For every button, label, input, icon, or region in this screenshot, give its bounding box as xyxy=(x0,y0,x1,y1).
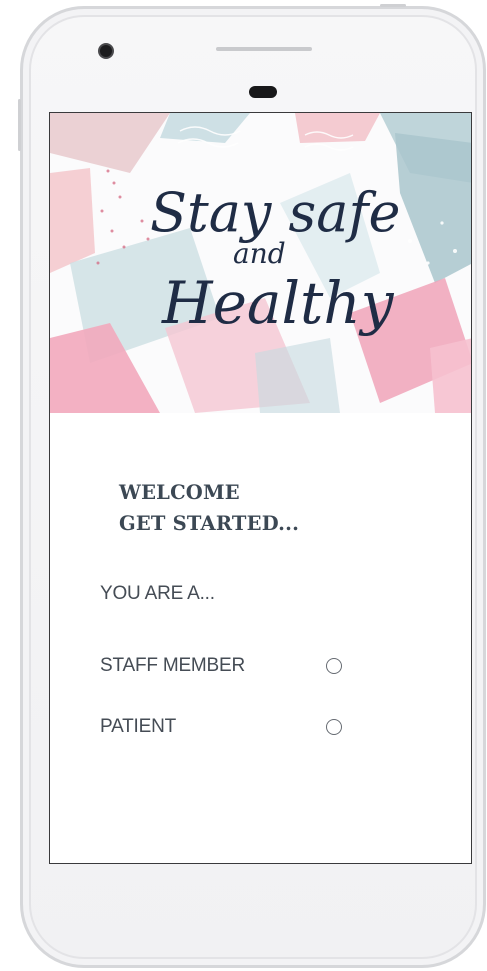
patient-label: PATIENT xyxy=(100,716,177,737)
stay-safe-banner-image: Stay safe and Healthy xyxy=(50,113,471,413)
staff-member-label: STAFF MEMBER xyxy=(100,655,246,676)
phone-frame: Stay safe and Healthy WELCOME GET STARTE… xyxy=(18,4,486,968)
staff-member-radio[interactable] xyxy=(326,658,342,674)
proximity-sensor xyxy=(249,86,277,98)
banner-line3: Healthy xyxy=(161,269,395,337)
patient-option[interactable]: PATIENT xyxy=(100,714,176,740)
staff-member-option[interactable]: STAFF MEMBER xyxy=(100,653,245,679)
volume-button xyxy=(18,99,21,151)
earpiece-speaker xyxy=(216,47,312,51)
welcome-title: WELCOME xyxy=(119,481,240,504)
role-question: YOU ARE A... xyxy=(100,583,215,604)
app-screen: Stay safe and Healthy WELCOME GET STARTE… xyxy=(49,112,472,864)
welcome-heading: WELCOME GET STARTED... xyxy=(119,477,299,539)
patient-radio[interactable] xyxy=(326,719,342,735)
power-button xyxy=(380,4,406,7)
banner-line2: and xyxy=(233,237,286,270)
get-started-subtitle: GET STARTED... xyxy=(119,512,300,535)
front-camera-icon xyxy=(100,45,112,57)
banner-line1: Stay safe xyxy=(150,181,400,244)
banner-artwork: Stay safe and Healthy xyxy=(50,113,471,413)
